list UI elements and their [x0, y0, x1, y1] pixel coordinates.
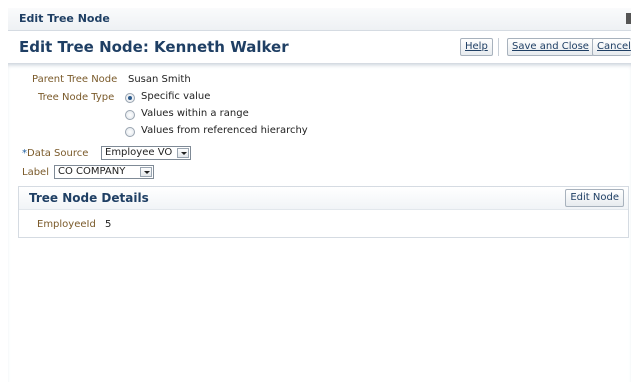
label-selected-value: CO COMPANY	[58, 166, 126, 177]
help-button[interactable]: Help	[460, 38, 493, 56]
cancel-button[interactable]: Cancel	[592, 38, 631, 56]
tree-node-type-label: Tree Node Type	[38, 92, 115, 103]
chevron-down-icon[interactable]	[140, 167, 152, 177]
radio-specific-value[interactable]	[125, 93, 135, 103]
tree-node-details-panel: Tree Node Details Edit Node EmployeeId 5	[18, 186, 629, 238]
label-select[interactable]: CO COMPANY	[54, 165, 154, 179]
radio-values-from-referenced-hierarchy-label[interactable]: Values from referenced hierarchy	[141, 125, 308, 136]
page-header: Edit Tree Node: Kenneth Walker Help Save…	[8, 31, 631, 63]
dialog-title-bar: Edit Tree Node	[8, 8, 631, 31]
radio-values-within-range-label[interactable]: Values within a range	[141, 108, 249, 119]
chevron-down-icon[interactable]	[177, 148, 189, 158]
employee-id-value: 5	[105, 219, 112, 230]
radio-values-from-referenced-hierarchy[interactable]	[125, 127, 135, 137]
data-source-label-text: Data Source	[27, 148, 89, 159]
tree-node-details-header: Tree Node Details Edit Node	[19, 187, 628, 210]
toolbar-separator	[498, 38, 499, 56]
dialog-title: Edit Tree Node	[19, 12, 110, 25]
data-source-label: *Data Source	[22, 148, 88, 159]
parent-tree-node-value: Susan Smith	[128, 74, 191, 85]
save-and-close-button[interactable]: Save and Close	[507, 38, 594, 56]
radio-specific-value-label[interactable]: Specific value	[141, 91, 210, 102]
data-source-selected-value: Employee VO	[105, 147, 173, 158]
page-title: Edit Tree Node: Kenneth Walker	[19, 38, 289, 56]
radio-values-within-range[interactable]	[125, 110, 135, 120]
employee-id-label: EmployeeId	[37, 219, 96, 230]
label-field-label: Label	[22, 167, 49, 178]
tree-node-details-title: Tree Node Details	[29, 191, 149, 205]
edit-node-button[interactable]: Edit Node	[565, 189, 624, 207]
parent-tree-node-label: Parent Tree Node	[32, 74, 118, 85]
window-control-icon[interactable]	[626, 13, 631, 24]
data-source-select[interactable]: Employee VO	[101, 146, 191, 160]
